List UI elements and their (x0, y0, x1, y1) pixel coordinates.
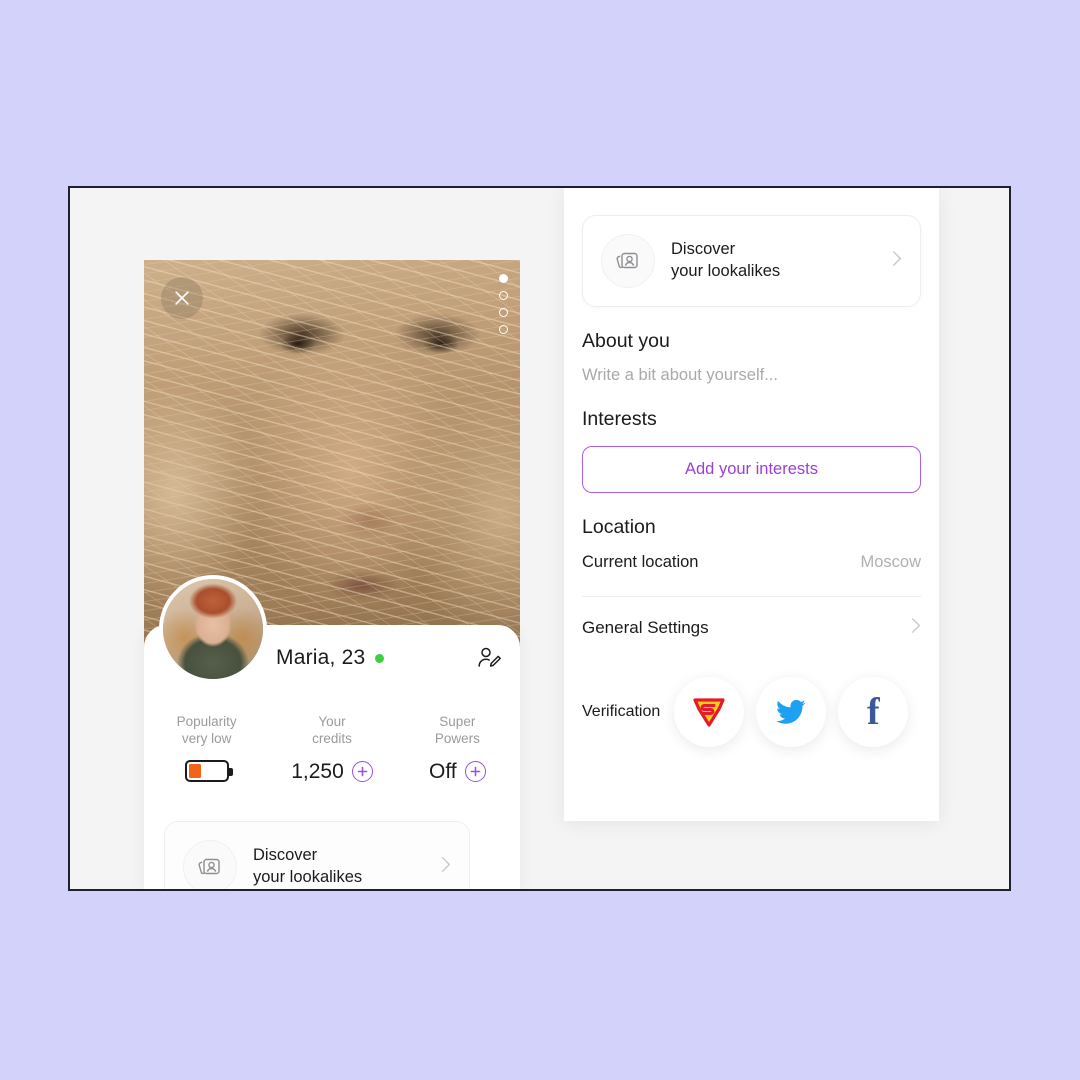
stat-label-line2: credits (312, 731, 352, 747)
pagination-dot[interactable] (499, 274, 508, 283)
superpower-shield-icon (693, 698, 725, 727)
current-location-value: Moscow (860, 553, 921, 571)
plus-icon (470, 766, 480, 777)
lookalikes-line2: your lookalikes (253, 868, 363, 886)
verification-badges: f (674, 677, 909, 747)
superpower-verification-button[interactable] (674, 677, 745, 747)
add-superpowers-button[interactable] (464, 761, 486, 783)
interests-title: Interests (582, 408, 657, 430)
edit-profile-icon (478, 647, 501, 667)
stat-superpowers: Super Powers Off (395, 713, 520, 784)
current-location-row[interactable]: Current location Moscow (582, 553, 921, 572)
stat-label-line2: very low (181, 731, 232, 747)
chevron-right-icon (892, 250, 902, 272)
general-settings-row[interactable]: General Settings (582, 617, 921, 639)
avatar[interactable] (159, 575, 267, 683)
battery-fill (188, 763, 202, 778)
stat-value: Off (395, 760, 520, 784)
chevron-right-icon (441, 856, 451, 878)
location-title: Location (582, 516, 656, 538)
online-status-dot (375, 653, 385, 663)
edit-profile-button[interactable] (476, 645, 502, 671)
battery-icon (184, 759, 233, 782)
page-title: Maria, 23 (276, 646, 366, 669)
add-interests-button[interactable]: Add your interests (582, 446, 921, 493)
photo-pagination[interactable] (499, 274, 508, 334)
add-credits-button[interactable] (351, 761, 373, 783)
close-button[interactable] (161, 277, 203, 319)
stat-label-line1: Popularity (176, 714, 237, 729)
general-settings-label: General Settings (582, 618, 709, 637)
lookalikes-line2: your lookalikes (671, 262, 781, 280)
photo-stack-person-icon-wrap (183, 840, 237, 889)
settings-panel: Discover your lookalikes About you Write… (564, 188, 939, 821)
superpowers-value: Off (429, 759, 457, 783)
photo-stack-person-icon (616, 252, 638, 269)
lookalikes-line1: Discover (671, 240, 736, 259)
device-frame: Maria, 23 Popularity very low Your credi… (68, 186, 1011, 891)
stat-popularity: Popularity very low (144, 713, 269, 784)
lookalikes-text: Discover your lookalikes (671, 239, 780, 283)
close-icon (175, 291, 189, 305)
pagination-dot[interactable] (499, 308, 508, 317)
photo-stack-person-icon (198, 858, 220, 875)
stat-label-line2: Powers (434, 731, 480, 747)
lookalikes-text: Discover your lookalikes (253, 845, 362, 889)
chevron-right-icon (911, 617, 921, 639)
lookalikes-card-right[interactable]: Discover your lookalikes (582, 215, 921, 307)
avatar-image (163, 579, 263, 679)
stat-value: 1,250 (269, 760, 394, 784)
profile-panel: Maria, 23 Popularity very low Your credi… (70, 188, 564, 889)
photo-stack-person-icon-wrap (601, 234, 655, 288)
about-you-title: About you (582, 330, 670, 352)
pagination-dot[interactable] (499, 291, 508, 300)
credits-value: 1,250 (291, 759, 344, 783)
stat-label-line1: Your (318, 714, 346, 729)
verification-row: Verification f (582, 677, 921, 747)
pagination-dot[interactable] (499, 325, 508, 334)
about-you-input[interactable]: Write a bit about yourself... (582, 366, 921, 385)
stat-label-line1: Super (439, 714, 476, 729)
profile-name-row: Maria, 23 (276, 645, 502, 671)
profile-stats: Popularity very low Your credits 1,250 S… (144, 713, 520, 784)
divider (582, 596, 921, 597)
stat-value (144, 759, 269, 782)
verification-label: Verification (582, 703, 661, 720)
stat-credits: Your credits 1,250 (269, 713, 394, 784)
twitter-verification-button[interactable] (756, 677, 827, 747)
facebook-icon: f (866, 691, 880, 733)
lookalikes-line1: Discover (253, 846, 318, 865)
lookalikes-card-left[interactable]: Discover your lookalikes (164, 821, 470, 889)
plus-icon (357, 766, 368, 777)
facebook-verification-button[interactable]: f (838, 677, 909, 747)
twitter-icon (776, 699, 806, 724)
current-location-label: Current location (582, 553, 699, 571)
